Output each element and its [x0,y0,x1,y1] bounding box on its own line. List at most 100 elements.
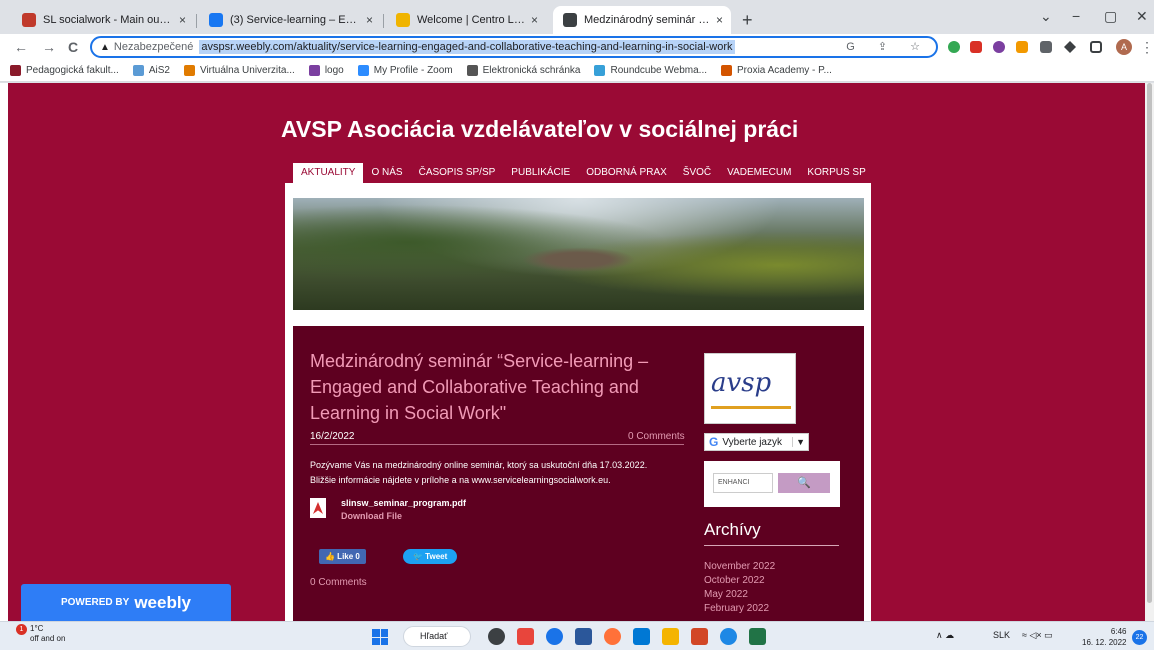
tweet-button[interactable]: 🐦 Tweet [403,549,458,564]
tab-close-icon[interactable]: × [366,13,373,27]
browser-tab[interactable]: Welcome | Centro Latinoamerica × [386,6,546,34]
site-menu-item[interactable]: PUBLIKÁCIE [503,163,578,183]
tab-close-icon[interactable]: × [531,13,538,27]
file-name[interactable]: slinsw_seminar_program.pdf [341,498,466,508]
profile-avatar[interactable]: A [1116,39,1132,55]
tab-favicon-icon [563,13,577,27]
warning-icon[interactable]: ▲ [100,42,110,53]
forward-icon[interactable]: → [42,39,56,55]
address-bar[interactable]: ▲ Nezabezpečené avspsr.weebly.com/aktual… [90,36,938,58]
browser-tab[interactable]: (3) Service-learning – Engaged a × [199,6,381,34]
extension-icon[interactable] [970,41,982,53]
language-select[interactable]: G Vyberte jazyk ▼ [704,433,809,451]
bookmark-item[interactable]: My Profile - Zoom [357,65,453,76]
download-file-link[interactable]: Download File [341,511,402,521]
browser-tab[interactable]: SL socialwork - Main outputs × [12,6,194,34]
network-volume-battery-icons[interactable]: ≈ ◁× ▭ [1022,630,1053,641]
security-label[interactable]: Nezabezpečené [114,41,194,53]
scrollbar[interactable] [1145,83,1154,621]
dropdown-arrow-icon[interactable]: ▼ [792,437,808,447]
weather-badge: 1 [16,624,27,635]
close-window-icon[interactable]: ✕ [1136,8,1148,25]
restore-icon[interactable]: ▢ [1104,8,1117,25]
archive-link[interactable]: February 2022 [704,603,769,614]
post-divider [310,444,684,445]
site-menu-item[interactable]: VADEMECUM [719,163,799,183]
url-text[interactable]: avspsr.weebly.com/aktuality/service-lear… [199,40,735,54]
taskbar-app-icon[interactable] [517,628,534,645]
taskbar-search[interactable]: Hľadať [403,626,471,647]
start-button[interactable] [372,629,388,645]
taskbar-app-icon[interactable] [691,628,708,645]
taskbar-app-icon[interactable] [575,628,592,645]
archive-link[interactable]: October 2022 [704,575,765,586]
notification-badge[interactable]: 22 [1132,630,1147,645]
site-menu-item[interactable]: AKTUALITY [293,163,364,183]
logo-underline [711,406,791,409]
post-comments-link[interactable]: 0 Comments [628,431,685,442]
site-menu-item[interactable]: KORPUS SP [799,163,873,183]
new-tab-button[interactable]: + [742,10,753,31]
post-title[interactable]: Medzinárodný seminár “Service-learning –… [310,348,690,426]
bookmark-item[interactable]: Roundcube Webma... [594,65,707,76]
tab-close-icon[interactable]: × [179,13,186,27]
time: 6:46 [1110,627,1127,636]
bookmark-item[interactable]: Virtuálna Univerzita... [183,65,295,76]
extensions-puzzle-icon[interactable] [1064,41,1076,53]
tray-icons[interactable]: ∧ ☁ [936,630,954,641]
facebook-like-button[interactable]: 👍 Like 0 [319,549,366,564]
bookmark-item[interactable]: logo [308,65,344,76]
powered-by-label: POWERED BY [60,597,130,608]
weather-widget[interactable]: 1 1°C off and on [16,624,65,644]
tab-search-icon[interactable]: ⌄ [1040,8,1052,25]
back-icon[interactable]: ← [14,39,28,55]
date: 16. 12. 2022 [1082,638,1127,647]
taskbar-app-icon[interactable] [633,628,650,645]
bookmark-favicon-icon [308,65,320,76]
browser-menu-icon[interactable]: ⋮ [1140,39,1154,56]
side-panel-icon[interactable] [1090,41,1102,53]
site-menu: AKTUALITY O NÁS ČASOPIS SP/SP PUBLIKÁCIE ODB… [293,163,874,183]
bookmark-item[interactable]: Proxia Academy - P... [721,65,832,76]
taskbar-app-icon[interactable] [604,628,621,645]
search-widget: ENHANCI 🔍 [704,461,840,507]
pdf-file-icon[interactable] [310,498,326,518]
language-indicator[interactable]: SLK [993,630,1010,640]
taskbar-app-icon[interactable] [488,628,505,645]
post-comments-bottom-link[interactable]: 0 Comments [310,577,367,588]
extension-icon[interactable] [948,41,960,53]
taskbar-clock[interactable]: 6:46 16. 12. 2022 [1082,626,1126,648]
search-input[interactable]: ENHANCI [713,473,773,493]
bookmark-favicon-icon [10,65,21,76]
taskbar-app-icon[interactable] [720,628,737,645]
bookmark-item[interactable]: Elektronická schránka [466,65,580,76]
extension-icon[interactable] [1016,41,1028,53]
powered-by-weebly-badge[interactable]: POWERED BY weebly [21,584,231,621]
site-menu-item[interactable]: O NÁS [363,163,410,183]
archive-link[interactable]: November 2022 [704,561,775,572]
minimize-icon[interactable]: − [1072,8,1080,24]
scrollbar-thumb[interactable] [1147,83,1152,603]
bookmark-item[interactable]: AiS2 [132,65,170,76]
tab-close-icon[interactable]: × [716,13,723,27]
taskbar-app-icon[interactable] [749,628,766,645]
address-actions-icons[interactable]: G ⇪ ☆ [846,40,930,53]
site-menu-item[interactable]: ČASOPIS SP/SP [411,163,504,183]
tab-favicon-icon [209,13,223,27]
site-menu-item[interactable]: ODBORNÁ PRAX [578,163,675,183]
reload-icon[interactable]: C [68,39,78,55]
site-title[interactable]: AVSP Asociácia vzdelávateľov v sociálnej… [281,116,798,143]
google-translate-icon: G [709,435,719,449]
bookmark-label: Virtuálna Univerzita... [199,65,295,76]
search-button[interactable]: 🔍 [778,473,830,493]
bookmark-item[interactable]: Pedagogická fakult... [10,65,119,76]
archive-link[interactable]: May 2022 [704,589,748,600]
taskbar-app-icon[interactable] [662,628,679,645]
bookmark-favicon-icon [594,65,606,76]
browser-tab[interactable]: Medzinárodný seminár "Service-l × [553,6,731,34]
taskbar-app-icon[interactable] [546,628,563,645]
extension-icon[interactable] [1040,41,1052,53]
extension-icon[interactable] [993,41,1005,53]
site-menu-item[interactable]: ŠVOČ [675,163,719,183]
bookmark-favicon-icon [183,65,195,76]
